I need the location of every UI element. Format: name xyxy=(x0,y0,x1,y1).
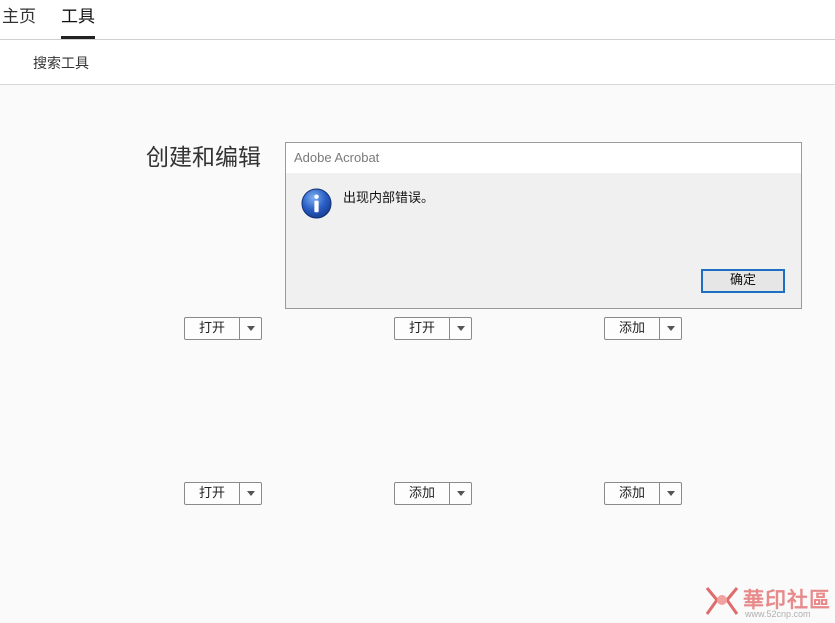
tool-action-button[interactable]: 添加 xyxy=(395,483,450,504)
error-dialog: Adobe Acrobat 出现内部错误。 确定 xyxy=(285,142,802,309)
tool-action-button[interactable]: 打开 xyxy=(395,318,450,339)
tool-split-button[interactable]: 打开 xyxy=(184,317,262,340)
section-title: 创建和编辑 xyxy=(146,145,261,171)
tool-split-button[interactable]: 打开 xyxy=(184,482,262,505)
ok-button[interactable]: 确定 xyxy=(701,269,785,293)
tab-home[interactable]: 主页 xyxy=(2,6,36,36)
tool-split-button[interactable]: 添加 xyxy=(604,482,682,505)
tool-action-button[interactable]: 添加 xyxy=(605,318,660,339)
watermark-logo-icon xyxy=(705,587,739,615)
tool-split-button[interactable]: 添加 xyxy=(604,317,682,340)
tool-split-button[interactable]: 打开 xyxy=(394,317,472,340)
tool-action-button[interactable]: 打开 xyxy=(185,483,240,504)
chevron-down-icon[interactable] xyxy=(660,483,681,504)
info-icon xyxy=(301,188,332,219)
dialog-title[interactable]: Adobe Acrobat xyxy=(286,143,801,173)
search-tools-link[interactable]: 搜索工具 xyxy=(33,53,89,73)
top-navigation: 主页 工具 xyxy=(0,0,835,40)
chevron-down-icon[interactable] xyxy=(450,318,471,339)
tab-tools[interactable]: 工具 xyxy=(61,6,95,39)
chevron-down-icon[interactable] xyxy=(450,483,471,504)
tool-action-button[interactable]: 打开 xyxy=(185,318,240,339)
tool-action-button[interactable]: 添加 xyxy=(605,483,660,504)
chevron-down-icon[interactable] xyxy=(660,318,681,339)
watermark: 華印社區 www.52cnp.com xyxy=(703,582,833,622)
chevron-down-icon[interactable] xyxy=(240,318,261,339)
tool-split-button[interactable]: 添加 xyxy=(394,482,472,505)
watermark-url: www.52cnp.com xyxy=(745,609,811,619)
dialog-message: 出现内部错误。 xyxy=(343,191,435,206)
chevron-down-icon[interactable] xyxy=(240,483,261,504)
tools-subbar: 搜索工具 xyxy=(0,40,835,85)
